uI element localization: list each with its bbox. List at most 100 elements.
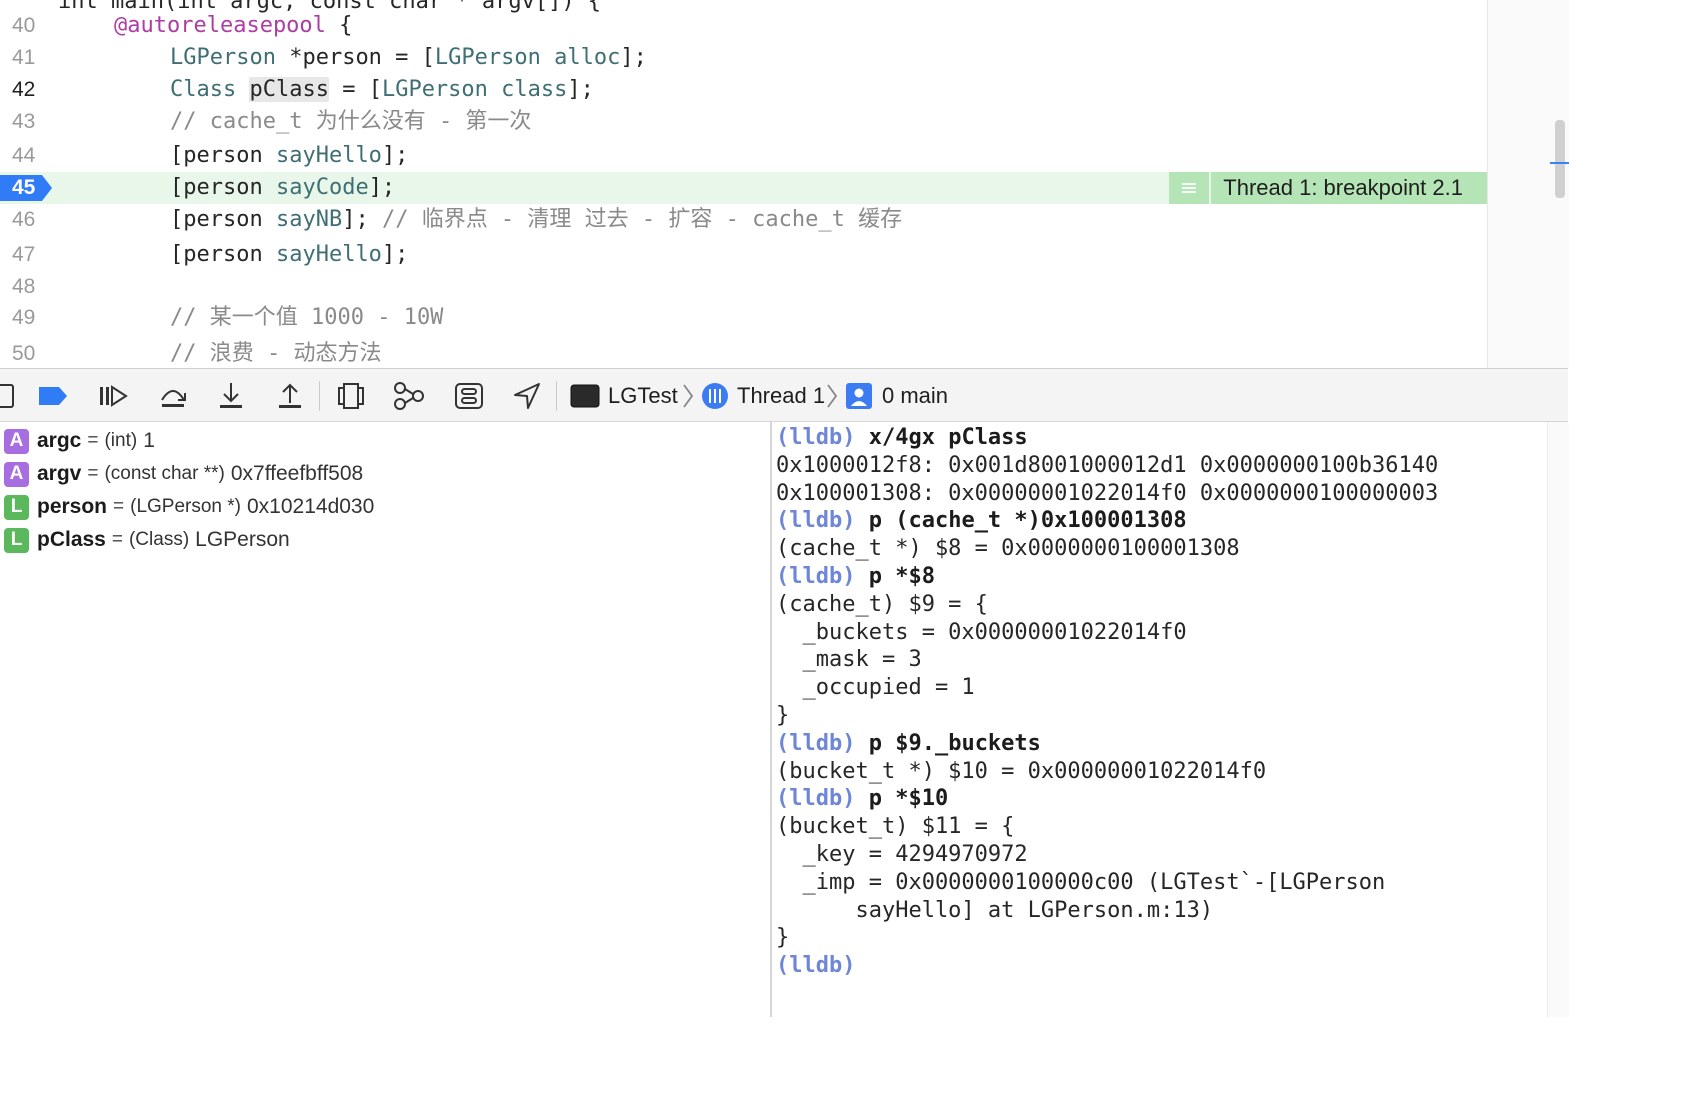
lldb-prompt: (lldb) bbox=[776, 730, 856, 756]
argument-badge-icon: A bbox=[4, 461, 29, 487]
line-number[interactable]: 47 bbox=[0, 239, 48, 271]
code-line[interactable]: 49 // 某一个值 1000 - 10W bbox=[0, 302, 1487, 334]
breadcrumb-process[interactable]: LGTest bbox=[608, 369, 678, 423]
console-output-line: sayHello] at LGPerson.m:13) bbox=[776, 897, 1214, 923]
line-number[interactable]: 44 bbox=[0, 140, 48, 172]
environment-overrides-icon[interactable] bbox=[452, 379, 486, 413]
lldb-command: p $9._buckets bbox=[855, 730, 1041, 756]
console-output-line: (bucket_t) $11 = { bbox=[776, 814, 1015, 840]
lldb-command: x/4gx pClass bbox=[855, 425, 1028, 450]
console-output-line: _imp = 0x0000000100000c00 (LGTest`-[LGPe… bbox=[776, 869, 1386, 895]
lldb-command: p (cache_t *)0x100001308 bbox=[855, 508, 1187, 534]
code-token: sayHello bbox=[275, 242, 382, 267]
line-number[interactable]: 40 bbox=[0, 10, 48, 42]
variable-row[interactable]: Lperson = (LGPerson *) 0x10214d030 bbox=[4, 490, 374, 524]
variable-row[interactable]: Aargc = (int) 1 bbox=[4, 424, 155, 458]
line-number[interactable]: 41 bbox=[0, 42, 48, 74]
console-output-line: _occupied = 1 bbox=[776, 675, 975, 701]
code-line[interactable]: 42 Class pClass = [LGPerson class]; bbox=[0, 74, 1487, 106]
code-line[interactable]: 43 // cache_t 为什么没有 - 第一次 bbox=[0, 106, 1487, 138]
simulate-location-icon[interactable] bbox=[510, 379, 544, 413]
editor-minimap[interactable] bbox=[1487, 0, 1569, 368]
local-badge-icon: L bbox=[4, 527, 29, 553]
console-command-line: (lldb) x/4gx pClass bbox=[776, 424, 1028, 452]
code-punct: ]; bbox=[342, 207, 382, 232]
variable-row[interactable]: Aargv = (const char **) 0x7ffeefbff508 bbox=[4, 457, 363, 491]
step-out-icon[interactable] bbox=[273, 379, 307, 413]
lldb-command: p *$8 bbox=[855, 564, 935, 589]
chevron-right-icon bbox=[683, 384, 694, 408]
line-number[interactable]: 42 bbox=[0, 74, 48, 106]
breadcrumb-thread[interactable]: Thread 1 bbox=[737, 369, 825, 423]
code-line[interactable]: 47 [person sayHello]; bbox=[0, 239, 1487, 271]
line-number[interactable]: 43 bbox=[0, 106, 48, 138]
menu-lines-icon[interactable] bbox=[1169, 172, 1212, 204]
source-editor[interactable]: int main(int argc, const char * argv[]) … bbox=[0, 0, 1487, 368]
lldb-console[interactable]: (lldb) x/4gx pClass 0x1000012f8: 0x001d80… bbox=[772, 422, 1547, 1017]
breakpoint-annotation[interactable]: Thread 1: breakpoint 2.1 bbox=[1169, 172, 1487, 204]
console-scrollbar[interactable] bbox=[1547, 422, 1569, 1017]
code-punct: [person bbox=[170, 143, 276, 168]
code-text: LGPerson *person = [LGPerson alloc]; bbox=[170, 42, 647, 74]
editor-scrollbar-thumb[interactable] bbox=[1555, 120, 1565, 198]
breadcrumb-frame[interactable]: 0 main bbox=[882, 369, 948, 423]
code-punct bbox=[488, 77, 501, 102]
code-punct: [person bbox=[170, 207, 276, 232]
step-into-icon[interactable] bbox=[214, 379, 248, 413]
lldb-prompt: (lldb) bbox=[776, 508, 856, 534]
step-over-icon[interactable] bbox=[156, 379, 190, 413]
code-line[interactable]: 41 LGPerson *person = [LGPerson alloc]; bbox=[0, 42, 1487, 74]
local-badge-icon: L bbox=[4, 494, 29, 520]
variable-type: (Class) bbox=[128, 529, 190, 550]
code-punct: ]; bbox=[620, 45, 647, 70]
code-text: [person sayHello]; bbox=[170, 239, 408, 271]
code-line[interactable]: 40 @autoreleasepool { bbox=[0, 10, 1487, 42]
code-line[interactable]: 46 [person sayNB]; // 临界点 - 清理 过去 - 扩容 - … bbox=[0, 204, 1487, 236]
code-text: [person sayNB]; // 临界点 - 清理 过去 - 扩容 - ca… bbox=[170, 204, 902, 236]
variable-row[interactable]: LpClass = (Class) LGPerson bbox=[4, 523, 290, 557]
line-number[interactable]: 49 bbox=[0, 302, 48, 334]
variable-value: 1 bbox=[143, 429, 155, 452]
line-number[interactable]: 46 bbox=[0, 204, 48, 236]
variable-name: person bbox=[37, 495, 108, 518]
line-number[interactable]: 50 bbox=[0, 338, 48, 368]
variable-type: (int) bbox=[104, 430, 138, 451]
code-line[interactable]: 50 // 浪费 - 动态方法 bbox=[0, 338, 1487, 368]
console-output-line: (cache_t *) $8 = 0x0000000100001308 bbox=[776, 536, 1240, 562]
console-output-line: 0x100001308: 0x00000001022014f0 0x000000… bbox=[776, 480, 1439, 506]
code-token: LGPerson bbox=[170, 45, 276, 70]
code-line[interactable]: 45 [person sayCode]; Thread 1: breakpoint … bbox=[0, 172, 1487, 204]
variable-equals: = bbox=[87, 430, 99, 451]
line-number[interactable]: 48 bbox=[0, 271, 48, 303]
code-text: // 某一个值 1000 - 10W bbox=[170, 302, 443, 334]
stack-frame-icon bbox=[842, 379, 876, 413]
code-token: Class bbox=[170, 77, 237, 102]
breakpoints-toggle-icon[interactable] bbox=[36, 379, 70, 413]
lldb-prompt: (lldb) bbox=[776, 953, 856, 979]
code-text: [person sayCode]; bbox=[170, 172, 395, 204]
code-token: sayCode bbox=[275, 175, 369, 200]
variable-value: LGPerson bbox=[195, 528, 290, 551]
console-output-line: _mask = 3 bbox=[776, 647, 922, 673]
lldb-prompt: (lldb) bbox=[776, 786, 856, 812]
console-command-line: (lldb) p $9._buckets bbox=[776, 730, 1041, 758]
code-text: // cache_t 为什么没有 - 第一次 bbox=[170, 106, 531, 138]
code-comment: // 浪费 - 动态方法 bbox=[170, 341, 382, 366]
code-line[interactable]: 48 bbox=[0, 271, 1487, 303]
code-line[interactable]: 44 [person sayHello]; bbox=[0, 140, 1487, 172]
variable-equals: = bbox=[111, 529, 123, 550]
thread-icon bbox=[698, 379, 732, 413]
console-output-line: 0x1000012f8: 0x001d8001000012d1 0x000000… bbox=[776, 452, 1439, 478]
view-hierarchy-icon[interactable] bbox=[334, 379, 368, 413]
continue-icon[interactable] bbox=[96, 379, 130, 413]
sidebar-toggle-icon[interactable] bbox=[0, 379, 20, 413]
lldb-command: p *$10 bbox=[855, 786, 949, 812]
variables-view[interactable]: Aargc = (int) 1 Aargv = (const char **) 0x7ffee… bbox=[0, 422, 770, 1017]
code-punct bbox=[236, 77, 249, 102]
code-text: [person sayHello]; bbox=[170, 140, 408, 172]
memory-graph-icon[interactable] bbox=[392, 379, 426, 413]
code-text: @autoreleasepool { bbox=[114, 10, 352, 42]
code-token: sayNB bbox=[275, 207, 343, 232]
lldb-prompt: (lldb) bbox=[776, 425, 856, 450]
code-text: Class pClass = [LGPerson class]; bbox=[170, 74, 594, 106]
